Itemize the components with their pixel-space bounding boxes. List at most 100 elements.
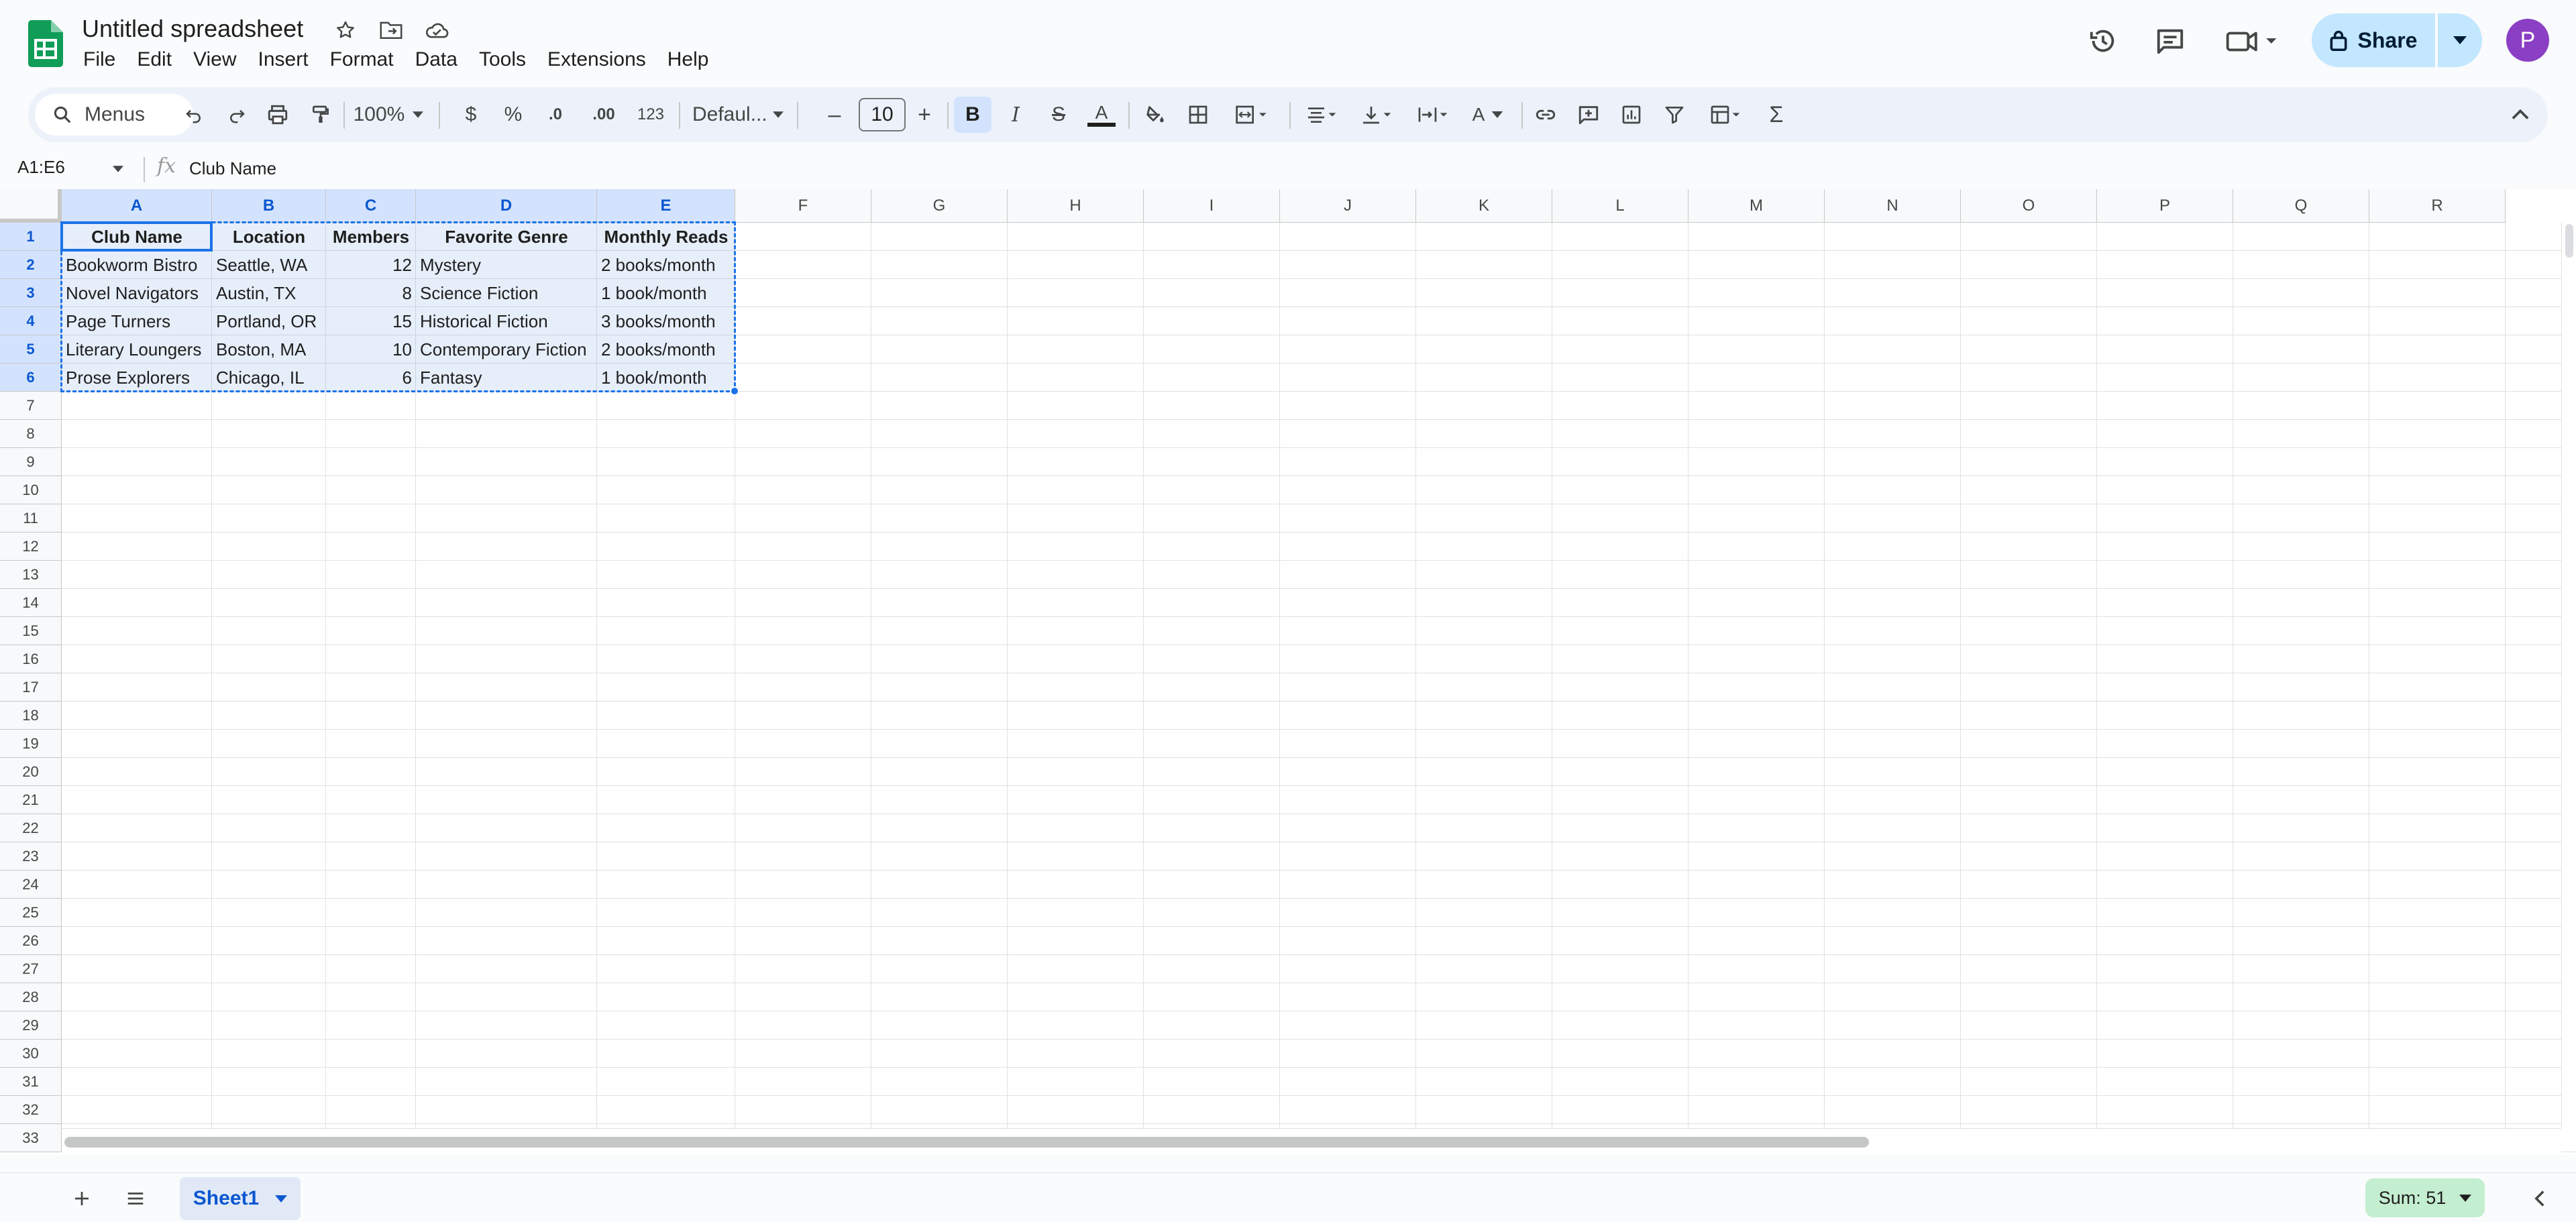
sheets-logo-icon[interactable] xyxy=(28,20,63,67)
column-header-h[interactable]: H xyxy=(1008,189,1144,223)
column-header-k[interactable]: K xyxy=(1416,189,1552,223)
share-button[interactable]: Share xyxy=(2312,13,2435,67)
borders-icon[interactable] xyxy=(1179,97,1217,133)
redo-icon[interactable] xyxy=(220,97,254,133)
column-header-i[interactable]: I xyxy=(1144,189,1280,223)
filter-views-icon[interactable] xyxy=(1699,97,1752,133)
row-header-15[interactable]: 15 xyxy=(0,617,62,645)
row-header-28[interactable]: 28 xyxy=(0,983,62,1011)
insert-link-icon[interactable] xyxy=(1527,97,1564,133)
document-title[interactable]: Untitled spreadsheet xyxy=(82,15,303,43)
column-header-q[interactable]: Q xyxy=(2233,189,2369,223)
text-color-button[interactable]: A xyxy=(1083,97,1120,133)
menu-search[interactable]: Menus xyxy=(35,94,193,135)
row-header-7[interactable]: 7 xyxy=(0,392,62,420)
side-panel-toggle-icon[interactable] xyxy=(2525,1184,2555,1213)
collapse-toolbar-icon[interactable] xyxy=(2504,97,2537,133)
formula-input[interactable]: Club Name xyxy=(189,158,276,179)
menu-file[interactable]: File xyxy=(72,47,126,72)
text-rotation-button[interactable]: A xyxy=(1461,97,1515,133)
column-header-m[interactable]: M xyxy=(1688,189,1825,223)
column-header-a[interactable]: A xyxy=(62,189,212,223)
bold-button[interactable]: B xyxy=(954,97,991,133)
row-header-29[interactable]: 29 xyxy=(0,1011,62,1040)
row-header-17[interactable]: 17 xyxy=(0,673,62,702)
row-header-12[interactable]: 12 xyxy=(0,533,62,561)
star-icon[interactable] xyxy=(331,16,360,44)
row-header-33[interactable]: 33 xyxy=(0,1124,62,1152)
row-header-21[interactable]: 21 xyxy=(0,786,62,814)
row-header-6[interactable]: 6 xyxy=(0,364,62,392)
paint-format-icon[interactable] xyxy=(302,97,339,133)
strikethrough-button[interactable]: S xyxy=(1040,97,1077,133)
zoom-select[interactable]: 100% xyxy=(349,97,409,133)
row-header-23[interactable]: 23 xyxy=(0,842,62,871)
merge-cells-icon[interactable] xyxy=(1222,97,1280,133)
meet-video-icon[interactable] xyxy=(2223,24,2284,58)
column-header-n[interactable]: N xyxy=(1825,189,1961,223)
increase-font-size-button[interactable]: + xyxy=(910,97,939,133)
menu-insert[interactable]: Insert xyxy=(248,47,319,72)
row-header-20[interactable]: 20 xyxy=(0,758,62,786)
name-box[interactable]: A1:E6 xyxy=(17,157,65,178)
menu-extensions[interactable]: Extensions xyxy=(537,47,657,72)
sheet-tab-sheet1[interactable]: Sheet1 xyxy=(180,1177,301,1220)
row-header-13[interactable]: 13 xyxy=(0,561,62,589)
column-header-c[interactable]: C xyxy=(326,189,416,223)
increase-decimal-button[interactable]: .00 xyxy=(582,97,625,133)
print-icon[interactable] xyxy=(259,97,297,133)
row-header-11[interactable]: 11 xyxy=(0,504,62,533)
sum-explore-chip[interactable]: Sum: 51 xyxy=(2365,1178,2485,1217)
decrease-font-size-button[interactable]: – xyxy=(820,97,849,133)
move-folder-icon[interactable] xyxy=(377,16,405,44)
row-header-32[interactable]: 32 xyxy=(0,1096,62,1124)
sheet-grid[interactable]: ABCDEFGHIJKLMNOPQR 1 2 3 4 5 6 7 8 9 10 11 12 13 14 15… xyxy=(0,189,2576,1155)
filter-icon[interactable] xyxy=(1656,97,1693,133)
cells-area[interactable]: Club Name Location Members Favorite Genre Mo… xyxy=(60,221,2576,1155)
row-header-24[interactable]: 24 xyxy=(0,871,62,899)
currency-format-button[interactable]: $ xyxy=(458,97,484,133)
font-family-select[interactable]: Defaul... xyxy=(692,97,767,133)
column-header-r[interactable]: R xyxy=(2369,189,2506,223)
row-header-8[interactable]: 8 xyxy=(0,420,62,448)
column-header-e[interactable]: E xyxy=(597,189,735,223)
row-header-19[interactable]: 19 xyxy=(0,730,62,758)
number-format-button[interactable]: 123 xyxy=(631,97,671,133)
row-header-5[interactable]: 5 xyxy=(0,335,62,364)
row-header-30[interactable]: 30 xyxy=(0,1040,62,1068)
column-header-p[interactable]: P xyxy=(2097,189,2233,223)
undo-icon[interactable] xyxy=(177,97,211,133)
row-header-1[interactable]: 1 xyxy=(0,223,62,251)
fill-color-icon[interactable] xyxy=(1136,97,1174,133)
row-header-4[interactable]: 4 xyxy=(0,307,62,335)
vertical-scrollbar[interactable] xyxy=(2561,223,2576,1128)
name-box-caret-icon[interactable] xyxy=(113,164,123,176)
text-wrapping-icon[interactable] xyxy=(1406,97,1460,133)
column-header-b[interactable]: B xyxy=(212,189,326,223)
all-sheets-icon[interactable] xyxy=(121,1184,150,1213)
column-header-o[interactable]: O xyxy=(1961,189,2097,223)
add-sheet-icon[interactable] xyxy=(67,1184,97,1213)
version-history-icon[interactable] xyxy=(2086,24,2120,58)
row-header-26[interactable]: 26 xyxy=(0,927,62,955)
menu-help[interactable]: Help xyxy=(657,47,720,72)
horizontal-scrollbar[interactable] xyxy=(62,1128,2561,1155)
menu-view[interactable]: View xyxy=(182,47,247,72)
column-header-g[interactable]: G xyxy=(871,189,1008,223)
italic-button[interactable]: I xyxy=(997,97,1034,133)
row-header-25[interactable]: 25 xyxy=(0,899,62,927)
row-header-31[interactable]: 31 xyxy=(0,1068,62,1096)
decrease-decimal-button[interactable]: .0 xyxy=(535,97,576,133)
font-caret-icon[interactable] xyxy=(769,97,788,133)
horizontal-scroll-thumb[interactable] xyxy=(64,1137,1869,1148)
percent-format-button[interactable]: % xyxy=(498,97,529,133)
row-header-18[interactable]: 18 xyxy=(0,702,62,730)
comments-icon[interactable] xyxy=(2153,24,2187,58)
row-header-16[interactable]: 16 xyxy=(0,645,62,673)
row-header-2[interactable]: 2 xyxy=(0,251,62,279)
insert-comment-icon[interactable] xyxy=(1570,97,1607,133)
row-header-3[interactable]: 3 xyxy=(0,279,62,307)
column-header-j[interactable]: J xyxy=(1280,189,1416,223)
horizontal-align-icon[interactable] xyxy=(1295,97,1348,133)
row-header-14[interactable]: 14 xyxy=(0,589,62,617)
